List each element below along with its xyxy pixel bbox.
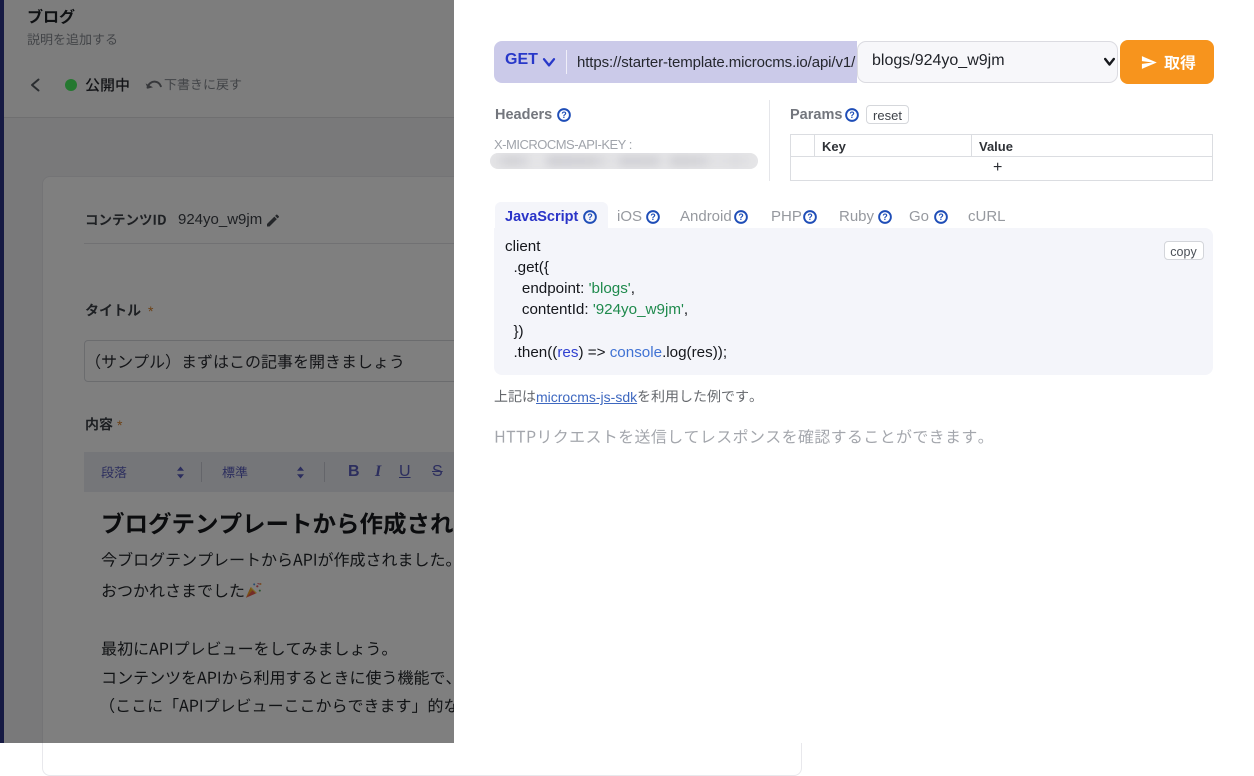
svg-text:?: ? — [807, 212, 812, 222]
svg-text:?: ? — [651, 212, 656, 222]
svg-text:?: ? — [587, 212, 592, 222]
svg-text:?: ? — [939, 212, 944, 222]
svg-text:?: ? — [739, 212, 744, 222]
svg-text:?: ? — [561, 110, 566, 120]
svg-text:?: ? — [882, 212, 887, 222]
svg-text:?: ? — [849, 110, 854, 120]
